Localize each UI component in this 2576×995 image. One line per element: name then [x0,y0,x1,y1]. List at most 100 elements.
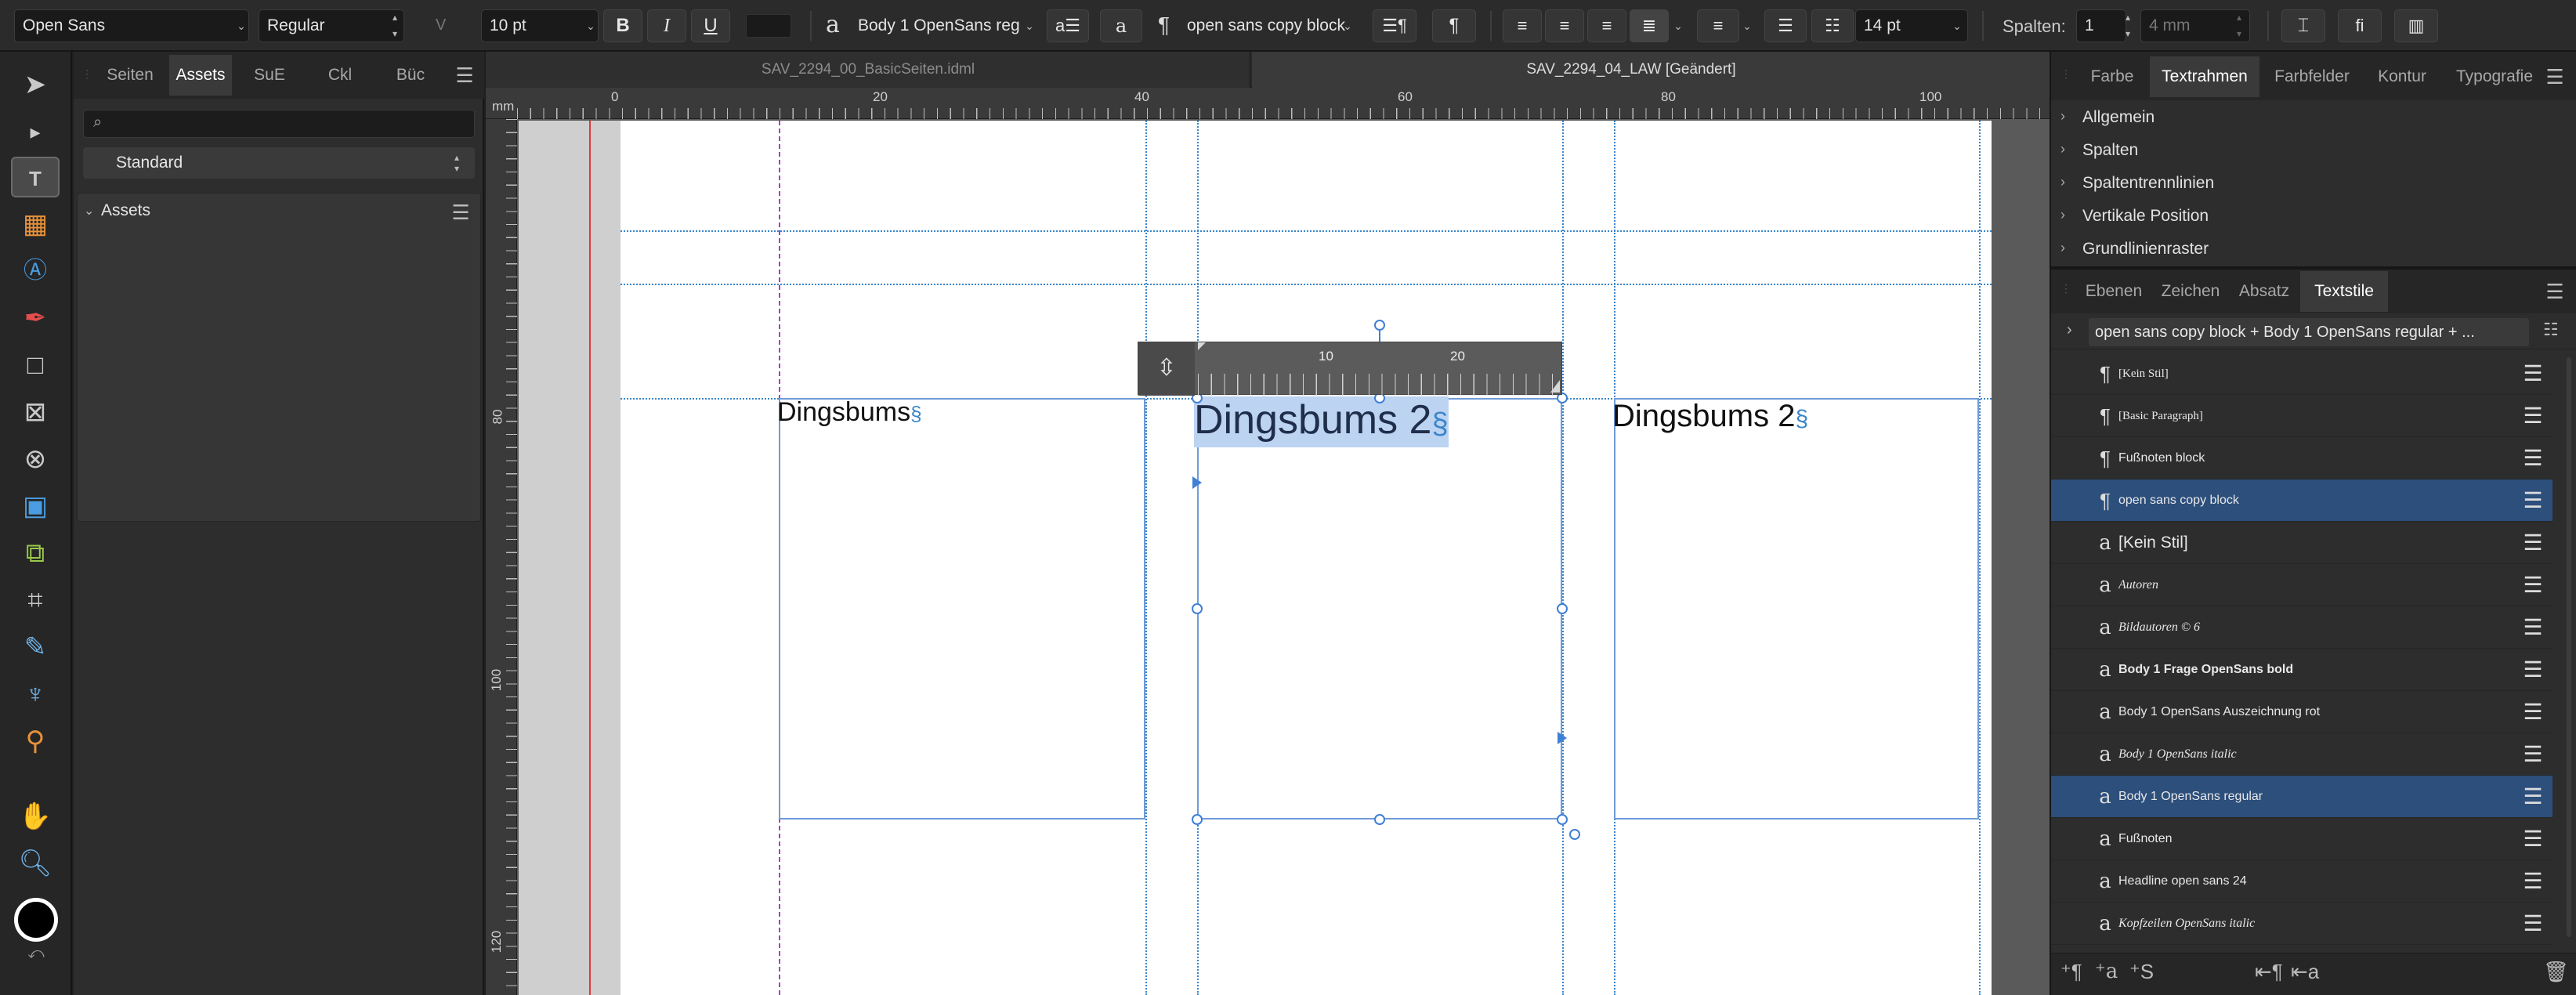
tab-kontur[interactable]: Kontur [2363,56,2441,97]
color-picker-tool-icon[interactable]: ⚲ [11,721,60,762]
font-family-chevron-icon[interactable]: ⌄ [233,9,249,42]
character-style-field[interactable]: Body 1 OpenSans reg [849,9,1040,42]
style-row-menu-icon[interactable]: ☰ [2521,353,2545,395]
character-style-row[interactable]: a Body 1 OpenSans italic ☰ [2051,733,2552,776]
character-style-row[interactable]: a Bildautoren © 6 ☰ [2051,606,2552,649]
create-char-style-from-selection-icon[interactable]: ⇤a [2291,960,2319,984]
style-row-menu-icon[interactable]: ☰ [2521,903,2545,945]
tab-zeichen[interactable]: Zeichen [2153,271,2228,312]
character-style-row[interactable]: a Body 1 Frage OpenSans bold ☰ [2051,649,2552,691]
tab-sue[interactable]: SuE [238,55,301,96]
selection-handle[interactable] [1557,814,1568,825]
vertical-align-chevron-icon[interactable]: ⌄ [1739,9,1755,42]
swap-colors-icon[interactable]: ⤺ [22,945,50,962]
paragraph-style-chevron-icon[interactable]: ⌄ [1340,9,1355,42]
create-style-from-selection-icon[interactable]: ⇤¶ [2255,960,2283,984]
character-style-chevron-icon[interactable]: ⌄ [1022,9,1037,42]
tab-farbfelder[interactable]: Farbfelder [2261,56,2363,97]
bold-button[interactable]: B [603,9,642,42]
style-list-scrollbar[interactable] [2567,357,2571,937]
italic-button[interactable]: I [647,9,686,42]
style-row-menu-icon[interactable]: ☰ [2521,606,2545,649]
move-tool-icon[interactable]: ➤ [11,64,60,105]
columns-field[interactable]: 1 [2076,9,2126,42]
canvas[interactable]: Dingsbums§ Dingsbums 2§ Dingsbums 2§ ⇳ 1… [519,121,2050,995]
font-family-field[interactable]: Open Sans [14,9,249,42]
ruler-toggle-icon[interactable]: ⇳ [1138,342,1195,396]
style-row-menu-icon[interactable]: ☰ [2521,776,2545,818]
paragraph-style-row[interactable]: ¶ Fußnoten block ☰ [2051,437,2552,479]
table-tool-icon[interactable]: ▦ [11,204,60,244]
gutter-stepper-icon[interactable]: ▴ ▾ [2231,9,2247,42]
document-tab-active[interactable]: SAV_2294_04_LAW [Geändert] [1252,52,2050,88]
tab-typografie[interactable]: Typografie [2441,56,2548,97]
show-special-chars-button[interactable]: ¶ [1432,9,1476,42]
transparency-tool-icon[interactable]: ♆ [11,674,60,715]
add-style-group-icon[interactable]: ⁺S [2129,960,2154,984]
selection-handle[interactable] [1192,603,1203,614]
section-vertikale-position[interactable]: › Vertikale Position [2051,201,2576,232]
font-size-field[interactable]: 10 pt [481,9,599,42]
style-row-menu-icon[interactable]: ☰ [2521,691,2545,733]
ligatures-button[interactable]: fi [2338,9,2382,42]
indent-marker-icon[interactable] [1198,342,1206,350]
text-frame-settings-button[interactable]: ⌶ [2281,9,2325,42]
font-style-stepper-icon[interactable]: ▴ ▾ [387,9,403,42]
style-row-menu-icon[interactable]: ☰ [2521,733,2545,776]
paragraph-style-options-button[interactable]: ☰¶ [1373,9,1416,42]
character-style-row[interactable]: a Fußnoten ☰ [2051,818,2552,860]
vertical-ruler[interactable]: 80 100 120 [486,119,517,995]
add-paragraph-style-icon[interactable]: ⁺¶ [2060,960,2082,984]
text-frame-3[interactable]: Dingsbums 2§ [1612,398,1979,820]
paragraph-style-row[interactable]: ¶ [Basic Paragraph] ☰ [2051,395,2552,437]
section-collapse-chevron-icon[interactable]: ⌄ [84,203,94,219]
rectangle-tool-icon[interactable]: □ [11,345,60,385]
ellipse-frame-tool-icon[interactable]: ⊗ [11,439,60,479]
character-style-row[interactable]: a Body 1 OpenSans Auszeichnung rot ☰ [2051,691,2552,733]
overflow-handle[interactable] [1569,829,1580,840]
assets-category-select[interactable]: Standard ▴ ▾ [83,147,475,179]
zoom-tool-icon[interactable]: 🔍︎ [11,843,60,884]
selection-handle[interactable] [1192,814,1203,825]
applied-styles-header[interactable]: › open sans copy block + Body 1 OpenSans… [2051,315,2576,349]
delete-style-icon[interactable]: 🗑︎ [2543,960,2569,984]
fill-color-well[interactable] [14,898,58,942]
tab-buc[interactable]: Büc [379,55,442,96]
assets-panel-menu-icon[interactable]: ☰ [454,65,475,85]
character-style-options-button[interactable]: a☰ [1047,9,1089,42]
pen-tool-icon[interactable]: ✒ [11,298,60,338]
drag-grip-icon[interactable]: ⋮ [2060,67,2071,81]
assets-section-menu-icon[interactable]: ☰ [450,202,471,223]
hand-tool-icon[interactable]: ✋ [11,796,60,837]
frame-text-tool-icon[interactable]: T [11,157,60,197]
tab-absatz[interactable]: Absatz [2228,271,2300,312]
align-right-button[interactable]: ≡ [1587,9,1626,42]
style-row-menu-icon[interactable]: ☰ [2521,564,2545,606]
numbered-list-button[interactable]: ☷ [1811,9,1854,42]
style-row-menu-icon[interactable]: ☰ [2521,395,2545,437]
drag-grip-icon[interactable]: ⋮ [81,67,92,85]
frame-inline-ruler[interactable]: ⇳ 10 20 [1138,342,1563,396]
tab-assets[interactable]: Assets [169,55,232,96]
horizontal-ruler[interactable]: mm 0 20 40 60 80 100 [486,88,2050,119]
character-style-row[interactable]: a Body 1 OpenSans regular ☰ [2051,776,2552,818]
tab-seiten[interactable]: Seiten [99,55,161,96]
style-row-menu-icon[interactable]: ☰ [2521,818,2545,860]
align-left-button[interactable]: ≡ [1503,9,1542,42]
style-row-menu-icon[interactable]: ☰ [2521,522,2545,564]
character-style-row[interactable]: a [Kein Stil] ☰ [2051,522,2552,564]
baseline-grid-button[interactable]: ▥ [2394,9,2438,42]
paragraph-style-field[interactable]: open sans copy block [1178,9,1357,42]
columns-stepper-icon[interactable]: ▴ ▾ [2120,9,2136,42]
tab-textrahmen[interactable]: Textrahmen [2150,56,2259,97]
section-grundlinienraster[interactable]: › Grundlinienraster [2051,233,2576,265]
style-row-menu-icon[interactable]: ☰ [2521,649,2545,691]
right-top-panel-menu-icon[interactable]: ☰ [2545,67,2565,87]
underline-button[interactable]: U [691,9,730,42]
node-tool-icon[interactable]: ▸ [11,111,60,152]
section-spaltentrennlinien[interactable]: › Spaltentrennlinien [2051,168,2576,199]
document-tab-inactive[interactable]: SAV_2294_00_BasicSeiten.idml [486,52,1250,88]
right-indent-marker-icon[interactable] [1550,380,1560,393]
style-row-menu-icon[interactable]: ☰ [2521,479,2545,522]
tab-ebenen[interactable]: Ebenen [2075,271,2153,312]
